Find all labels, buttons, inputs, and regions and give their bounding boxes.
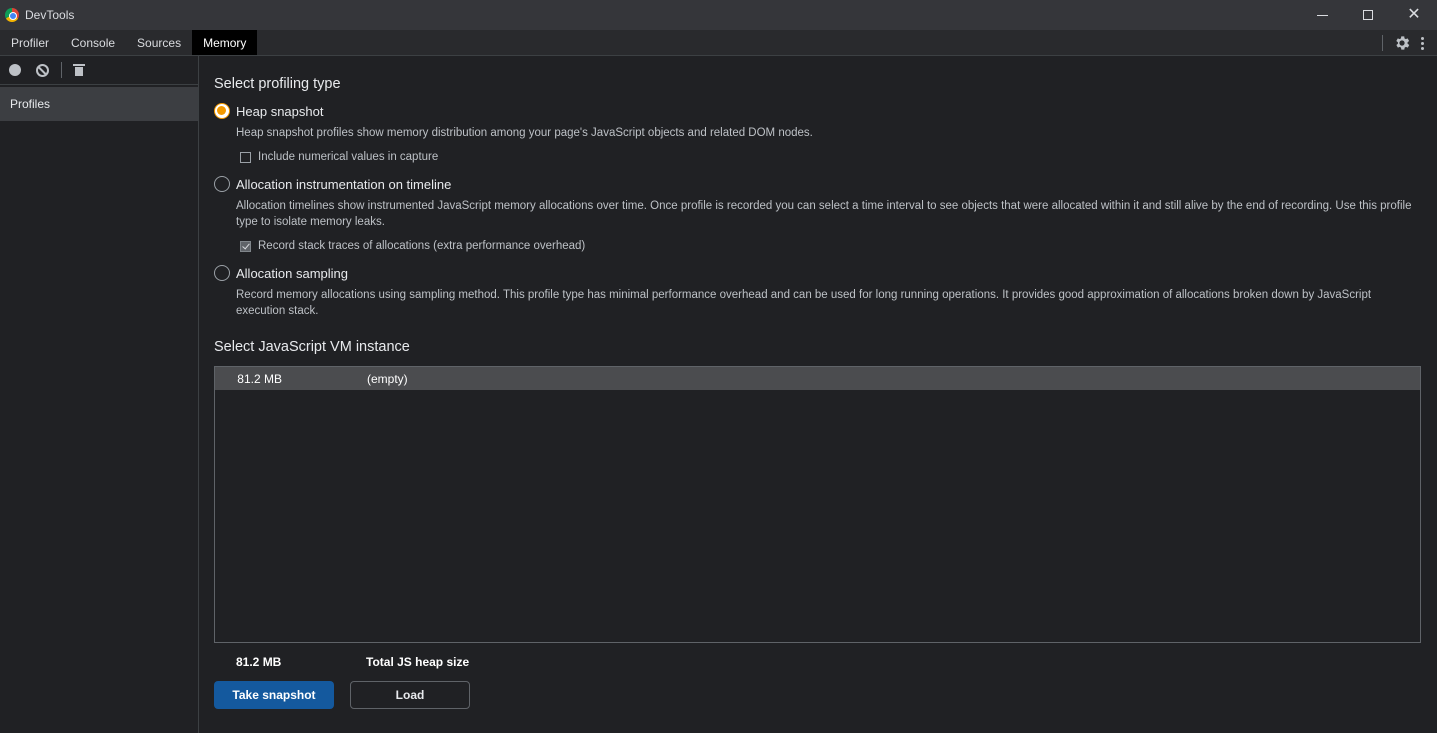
tab-label: Sources — [137, 35, 182, 50]
panel-tab-bar: Profiler Console Sources Memory — [0, 30, 1437, 56]
vm-heap-size: 81.2 MB — [237, 371, 282, 386]
allocation-sampling-radio[interactable] — [214, 265, 230, 281]
option-description: Heap snapshot profiles show memory distr… — [236, 127, 813, 139]
include-numerical-values-checkbox[interactable] — [240, 151, 251, 163]
allocation-timeline-radio[interactable] — [214, 176, 230, 192]
option-description: Allocation timelines show instrumented J… — [236, 200, 1412, 228]
tab-label: Memory — [203, 35, 247, 50]
clear-icon[interactable] — [36, 63, 49, 77]
option-label: Allocation sampling — [236, 265, 349, 281]
vm-instance-title: Select JavaScript VM instance — [214, 339, 410, 355]
vm-instance-name: (empty) — [367, 371, 408, 386]
maximize-button[interactable] — [1345, 0, 1391, 30]
option-description: Record memory allocations using sampling… — [236, 289, 1372, 317]
total-heap-size-label: Total JS heap size — [366, 655, 470, 669]
window-title: DevTools — [25, 8, 75, 22]
memory-panel: Select profiling type Heap snapshot Heap… — [199, 56, 1437, 733]
minimize-button[interactable] — [1299, 0, 1345, 30]
option-allocation-timeline[interactable]: Allocation instrumentation on timeline — [214, 176, 1421, 192]
profiles-toolbar — [0, 56, 198, 85]
title-bar: DevTools ✕ — [0, 0, 1437, 30]
tab-label: Console — [71, 35, 116, 50]
close-window-button[interactable]: ✕ — [1391, 0, 1437, 30]
option-allocation-sampling[interactable]: Allocation sampling — [214, 265, 1421, 281]
heap-totals: 81.2 MB Total JS heap size — [214, 655, 1421, 669]
load-button[interactable]: Load — [350, 681, 470, 709]
tab-console[interactable]: Console — [60, 30, 126, 55]
tab-bar-actions — [1382, 30, 1437, 56]
record-stack-traces-row[interactable]: Record stack traces of allocations (extr… — [240, 240, 1421, 252]
trash-icon[interactable] — [73, 64, 85, 76]
window-controls: ✕ — [1299, 0, 1437, 30]
tab-profiler[interactable]: Profiler — [0, 30, 60, 55]
list-item[interactable]: 81.2 MB (empty) — [215, 367, 1420, 390]
profiling-type-title: Select profiling type — [214, 76, 341, 92]
option-heap-snapshot[interactable]: Heap snapshot — [214, 103, 1421, 119]
close-icon: ✕ — [1407, 6, 1421, 23]
gear-icon[interactable] — [1393, 34, 1411, 52]
minimize-icon — [1316, 14, 1328, 16]
divider — [61, 62, 62, 78]
chrome-logo-icon — [5, 8, 19, 22]
more-options-icon[interactable] — [1421, 36, 1425, 50]
checkbox-label: Include numerical values in capture — [258, 151, 439, 163]
total-heap-size-value: 81.2 MB — [236, 655, 282, 669]
tab-label: Profiler — [11, 35, 50, 50]
tab-sources[interactable]: Sources — [126, 30, 192, 55]
sidebar-item-profiles[interactable]: Profiles — [0, 87, 198, 121]
maximize-icon — [1363, 10, 1373, 20]
actions: Take snapshot Load — [214, 681, 1421, 709]
tab-memory[interactable]: Memory — [192, 30, 258, 55]
profiles-sidebar: Profiles — [0, 56, 199, 733]
include-numerical-values-row[interactable]: Include numerical values in capture — [240, 151, 1421, 163]
option-label: Heap snapshot — [236, 103, 324, 119]
heap-snapshot-radio[interactable] — [214, 103, 230, 119]
sidebar-item-label: Profiles — [10, 97, 51, 111]
checkbox-label: Record stack traces of allocations (extr… — [258, 240, 586, 252]
divider — [1382, 35, 1383, 51]
option-label: Allocation instrumentation on timeline — [236, 176, 452, 192]
record-icon[interactable] — [9, 64, 21, 76]
vm-instance-list: 81.2 MB (empty) — [214, 366, 1421, 643]
record-stack-traces-checkbox[interactable] — [240, 240, 251, 252]
take-snapshot-button[interactable]: Take snapshot — [214, 681, 334, 709]
